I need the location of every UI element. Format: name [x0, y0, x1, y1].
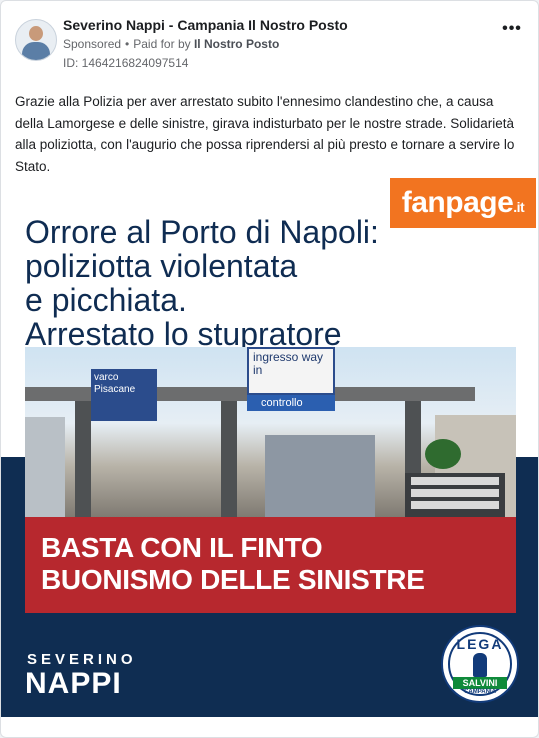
- headline-line: poliziotta violentata: [25, 248, 298, 284]
- headline-line: Orrore al Porto di Napoli:: [25, 214, 379, 250]
- signature-first-name: SEVERINO: [27, 651, 137, 668]
- photo-sign-controllo: controllo: [247, 395, 335, 411]
- sponsored-label: Sponsored: [63, 37, 122, 51]
- paid-for-prefix: Paid for by: [133, 37, 191, 51]
- photo-building: [25, 417, 65, 517]
- fanpage-logo-word: fanpage: [401, 186, 514, 219]
- headline-line: Arrestato lo stupratore: [25, 316, 342, 352]
- more-options-icon[interactable]: •••: [500, 19, 524, 43]
- fanpage-logo-suffix: .it: [513, 199, 525, 215]
- photo-direction-signs: [405, 473, 505, 517]
- lega-salvini-logo: LEGA SALVINI CAMPANIA: [441, 625, 519, 703]
- photo-sign-ingresso: ingresso way in: [247, 347, 335, 395]
- photo-sign-varco: varco Pisacane: [91, 369, 157, 421]
- fanpage-logo: fanpage.it: [390, 178, 536, 228]
- slogan-line: BASTA CON IL FINTO: [41, 532, 323, 563]
- headline-line: e picchiata.: [25, 282, 187, 318]
- avatar[interactable]: [15, 19, 57, 61]
- ad-id: ID: 1464216824097514: [63, 56, 189, 70]
- avatar-body: [22, 42, 50, 60]
- post-body-text: Grazie alla Polizia per aver arrestato s…: [15, 94, 515, 174]
- photo-pillar: [75, 401, 91, 517]
- paid-for-name-link[interactable]: Il Nostro Posto: [194, 37, 279, 51]
- slogan-line: BUONISMO DELLE SINISTRE: [41, 564, 425, 595]
- avatar-head: [29, 26, 43, 41]
- page-name-link[interactable]: Severino Nappi - Campania Il Nostro Post…: [63, 17, 348, 33]
- red-slogan-banner: BASTA CON IL FINTO BUONISMO DELLE SINIST…: [25, 517, 516, 613]
- photo-tree: [425, 439, 461, 469]
- sponsored-meta: Sponsored • Paid for by Il Nostro Posto: [63, 37, 279, 51]
- creative-headline: Orrore al Porto di Napoli: poliziotta vi…: [25, 215, 405, 351]
- alberto-da-giussano-icon: [473, 653, 487, 677]
- ad-card: Severino Nappi - Campania Il Nostro Post…: [0, 0, 539, 738]
- post-header: Severino Nappi - Campania Il Nostro Post…: [15, 15, 524, 75]
- separator-dot: •: [125, 37, 130, 51]
- lega-logo-region: CAMPANIA: [464, 689, 496, 695]
- photo-pillar: [221, 401, 237, 517]
- ad-creative-image[interactable]: fanpage.it Orrore al Porto di Napoli: po…: [1, 177, 538, 717]
- port-photo: varco Pisacane ingresso way in controllo: [25, 347, 516, 517]
- photo-building: [265, 435, 375, 517]
- lega-logo-word: LEGA: [456, 636, 504, 652]
- lega-logo-salvini: SALVINI: [453, 677, 507, 689]
- signature-last-name: NAPPI: [25, 667, 122, 700]
